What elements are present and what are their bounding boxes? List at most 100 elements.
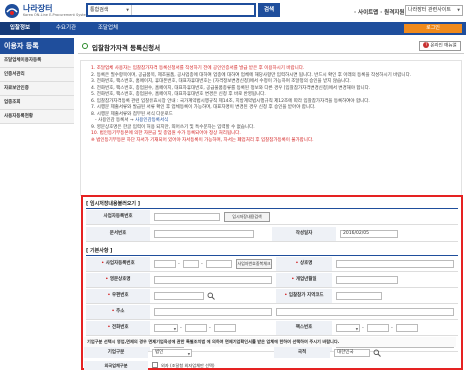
online-manual-button[interactable]: ? 온라인 매뉴얼: [419, 41, 461, 51]
sidebar-heading: 이용자 등록: [0, 38, 74, 54]
bizno-part3-input[interactable]: [206, 260, 232, 268]
open-date-label-text: 개업년월일: [295, 277, 317, 282]
notice-item-download: - 사용인감 등록서 → 사용인감등록서식: [91, 118, 451, 124]
company-label: • 상호명: [276, 257, 332, 271]
nav-demand-agency[interactable]: 수요기관: [46, 22, 86, 35]
zip-input[interactable]: [154, 292, 204, 300]
sidebar-item-user-status[interactable]: 사용자등록현황: [0, 110, 74, 124]
main-content: 입찰참가자격 등록신청서 ? 온라인 매뉴얼 1. 조달업체 사용자는 입찰참가자…: [78, 38, 464, 196]
eng-company-input[interactable]: [154, 276, 272, 284]
zip-row: • 우편번호 • 입찰참가 지역코드: [86, 289, 458, 304]
notice-item: 5. 전화번호, 팩스번호, 종업원수, 홈페이지, 대표자휴대번호 변경은 신…: [91, 92, 266, 97]
notice-item: 2. 등록은 필수항목이며, 공급품목, 제조물품, 공사업종에 대하여 업종에…: [91, 72, 412, 78]
nav-bid-info[interactable]: 입찰정보: [0, 22, 40, 35]
notice-item: 10. 법인등기부등본에 의한 자본금 및 종업원 수가 등록되어야 정상 처리…: [91, 131, 241, 136]
eng-company-label: • 영문상호명: [86, 273, 150, 287]
docno-input[interactable]: [154, 230, 254, 238]
write-date-label: 작성일자: [272, 227, 336, 241]
tel-mid-input[interactable]: [185, 324, 207, 332]
question-icon: ?: [423, 42, 430, 48]
page-title: 입찰참가자격 등록신청서: [92, 44, 161, 52]
open-date-label: • 개업년월일: [276, 273, 332, 287]
basic-section-title: [ 기본사항 ]: [86, 248, 113, 254]
nav-supplier[interactable]: 조달업체: [88, 22, 128, 35]
company-label-text: 상호명: [300, 261, 313, 266]
corp-type-select[interactable]: 법인: [152, 349, 192, 357]
foreign-label: 외국업체구분: [84, 361, 148, 370]
section-divider: [86, 208, 458, 209]
fax-area-select[interactable]: [336, 324, 360, 332]
search-input[interactable]: 통합검색: [86, 3, 256, 17]
notice-item: 9. 영문상호명은 한글 입력이 허용 되지만, 띄어쓰기 및 특수문자는 입력…: [91, 124, 255, 130]
docno-label: 문서번호: [86, 227, 150, 241]
temp-bizno-input[interactable]: [154, 213, 220, 221]
title-bullet-icon: [82, 43, 88, 49]
notice-item: 1. 조달업체 사용자는 입찰참가자격 등록신청서를 작성하기 전에 공인인증서…: [91, 66, 305, 71]
notice-item: 4. 전화번호, 팩스번호, 종업원수, 홈페이지, 대표자휴대번호, 공급물품…: [91, 85, 371, 91]
foreign-row: 외국업체구분 외자 (조달청 외자업체만 선택): [84, 361, 456, 371]
section-divider: [86, 255, 458, 256]
temp-section-title: [ 임시저장내용불러오기 ]: [86, 201, 141, 207]
foreign-checkbox-label: 외자 (조달청 외자업체만 선택): [161, 363, 215, 368]
address-label-text: 주소: [116, 309, 125, 314]
search-icon[interactable]: [207, 292, 215, 300]
notice-box: 1. 조달업체 사용자는 입찰참가자격 등록신청서를 작성하기 전에 공인인증서…: [80, 60, 462, 196]
search-button[interactable]: 검색: [258, 3, 280, 17]
tel-area-select[interactable]: [154, 324, 178, 332]
fax-mid-input[interactable]: [367, 324, 389, 332]
eng-company-label-text: 영문상호명: [109, 277, 131, 282]
region-label-text: 입찰참가 지역코드: [288, 293, 324, 298]
address-detail-input[interactable]: [276, 308, 454, 316]
seal-form-download-link[interactable]: 사용인감등록서식: [135, 118, 168, 123]
foreign-checkbox[interactable]: [152, 362, 158, 368]
address-input[interactable]: [154, 308, 272, 316]
sitemap-link[interactable]: · 사이트맵 · 원격지원: [354, 8, 404, 16]
nation-input[interactable]: 대한민국: [334, 349, 370, 357]
write-date-input[interactable]: 2016/02/05: [340, 230, 398, 238]
bizno-part1-input[interactable]: [154, 260, 176, 268]
top-header: 나라장터 Korea ON-Line E-Procurement System …: [0, 0, 466, 22]
fax-last-input[interactable]: [396, 324, 418, 332]
company-input[interactable]: [336, 260, 454, 268]
bizno-row: • 사업자등록번호 - - 사업자번호중복체크 • 상호명: [86, 257, 458, 272]
engname-row: • 영문상호명 • 개업년월일: [86, 273, 458, 288]
zip-label-text: 우편번호: [111, 293, 129, 298]
tel-label: • 전화번호: [86, 321, 150, 335]
tel-row: • 전화번호 - - 팩스번호 - -: [86, 321, 458, 336]
notice-item: 7. 시행문 제출서류와 발급된 서류 확인 후 업체등록이 가능하며, 대표자…: [91, 105, 316, 110]
bizno-part2-input[interactable]: [183, 260, 199, 268]
notice-item: ※ 법인등기부등본 하단 자서가 기재되어 있어야 자서등록이 가능하며, 자서…: [91, 137, 314, 143]
sidebar-item-data-security[interactable]: 자료보안인증: [0, 82, 74, 96]
notice-download-text: - 사용인감 등록서 →: [95, 118, 136, 123]
related-sites-select[interactable]: 나라장터 관련사이트: [405, 5, 463, 16]
temp-load-button[interactable]: 임시저장내용검색: [224, 212, 270, 222]
bizno-label-text: 사업자등록번호: [105, 261, 135, 266]
logo-subtitle: Korea ON-Line E-Procurement System: [23, 12, 90, 17]
sidebar-item-certificate[interactable]: 인증서관리: [0, 68, 74, 82]
site-logo[interactable]: 나라장터 Korea ON-Line E-Procurement System: [4, 3, 89, 19]
main-nav: 입찰정보 수요기관 조달업체 로그인: [0, 22, 466, 35]
online-manual-label: 온라인 매뉴얼: [430, 43, 457, 49]
tel-last-input[interactable]: [214, 324, 236, 332]
bizno-label: • 사업자등록번호: [86, 257, 150, 271]
bizno-check-button[interactable]: 사업자번호중복체크: [236, 259, 272, 269]
address-row: • 주소: [86, 305, 458, 320]
sidebar-item-supplier-register[interactable]: 조달업체이용자등록: [0, 54, 74, 68]
zip-label: • 우편번호: [86, 289, 150, 303]
search-icon[interactable]: [373, 349, 381, 357]
tel-label-text: 전화번호: [111, 325, 129, 330]
address-label: • 주소: [86, 305, 150, 319]
corp-type-row: 기업구분 법인 국적 대한민국: [84, 347, 456, 359]
notice-item: 8. 시행문 제출서류와 첨부된 서식 다운로드: [91, 111, 173, 117]
login-button[interactable]: 로그인: [404, 24, 462, 33]
search-scope-select[interactable]: 통합검색: [88, 5, 132, 15]
corp-type-label: 기업구분: [84, 347, 148, 358]
notice-item: 3. 전화번호, 팩스번호, 홈페이지, 휴대폰번호, 대표자휴대번호는 [자격…: [91, 79, 351, 84]
sidebar-item-industry-lookup[interactable]: 업종조회: [0, 96, 74, 110]
region-input[interactable]: [336, 292, 382, 300]
nation-label: 국적: [274, 347, 330, 358]
open-date-input[interactable]: [336, 276, 398, 284]
corp-type-note: 기업구분 선택시 영업,면제의 경우 면제기업육성에 관한 특별조치법 에 의하…: [84, 337, 456, 347]
docno-row: 문서번호 작성일자 2016/02/05: [86, 227, 458, 242]
logo-icon: [5, 4, 19, 18]
